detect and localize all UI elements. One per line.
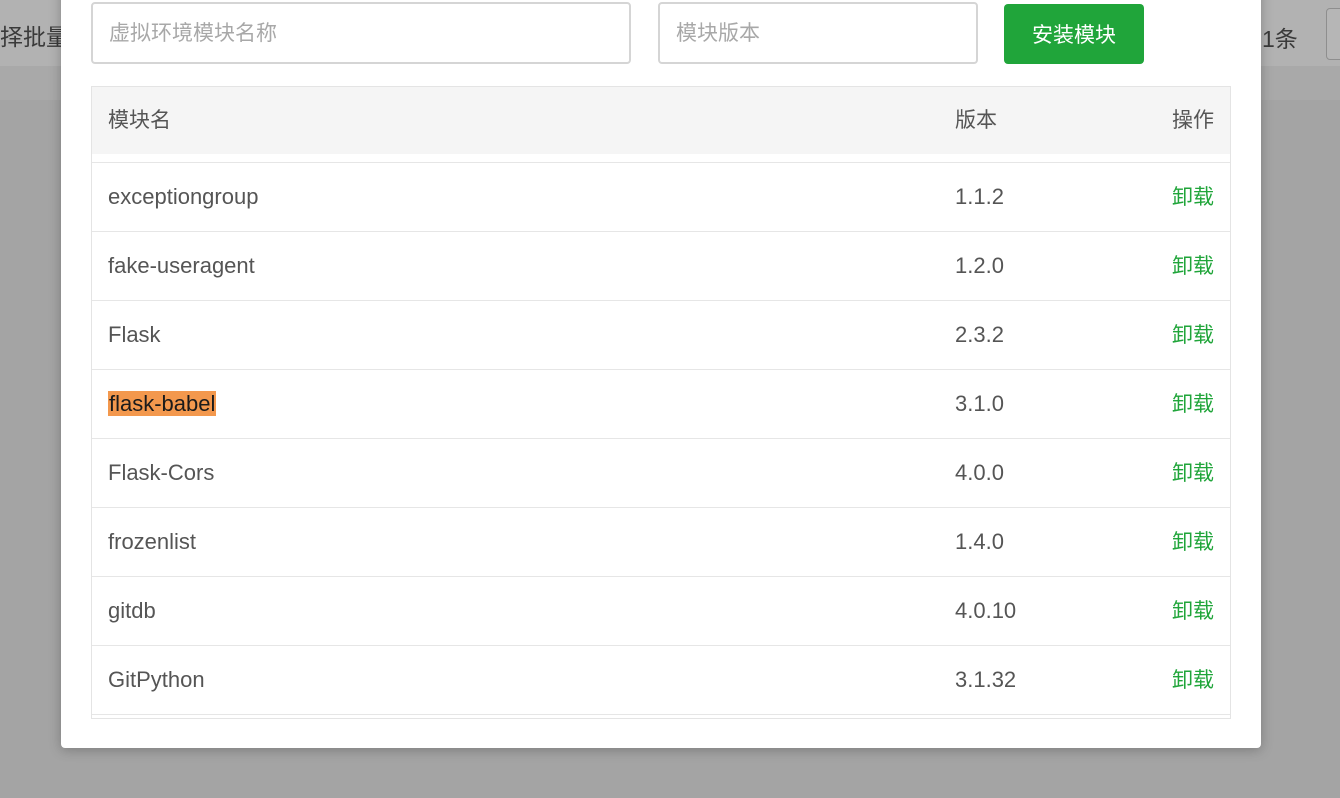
- module-name: Flask-Cors: [108, 460, 215, 485]
- module-version: 2.3.2: [955, 322, 1004, 347]
- background-count-label: 1条: [1262, 26, 1298, 52]
- module-name-cell: GitPython: [108, 646, 205, 714]
- module-name-cell: flask-babel: [108, 370, 217, 438]
- module-name: GitPython: [108, 667, 205, 692]
- module-name: exceptiongroup: [108, 184, 259, 209]
- module-name: gitdb: [108, 598, 156, 623]
- background-batch-label: 择批量: [0, 24, 69, 50]
- module-name-input[interactable]: [91, 2, 631, 64]
- table-row: fake-useragent 1.2.0 卸载: [92, 231, 1230, 300]
- module-version: 4.0.10: [955, 598, 1017, 623]
- module-name: Flask: [108, 322, 161, 347]
- module-version: 3.1.32: [955, 667, 1017, 692]
- module-name-highlighted: flask-babel: [108, 391, 217, 416]
- module-name-cell: gitdb: [108, 577, 156, 645]
- module-version: 1.1.2: [955, 184, 1004, 209]
- module-version: 1.2.0: [955, 253, 1004, 278]
- header-module-name: 模块名: [108, 108, 171, 132]
- table-row: Flask-Cors 4.0.0 卸载: [92, 438, 1230, 507]
- module-name-cell: Flask: [108, 301, 161, 369]
- module-name-cell: fake-useragent: [108, 232, 255, 300]
- uninstall-link[interactable]: 卸载: [1172, 163, 1214, 231]
- install-module-button[interactable]: 安装模块: [1004, 4, 1144, 64]
- background-page-size-select: [1326, 8, 1340, 60]
- table-row: [92, 714, 1230, 718]
- header-version: 版本: [955, 108, 997, 132]
- module-name-cell: frozenlist: [108, 508, 196, 576]
- uninstall-link[interactable]: 卸载: [1172, 439, 1214, 507]
- header-action: 操作: [1172, 108, 1214, 132]
- table-body: exceptiongroup 1.1.2 卸载 fake-useragent 1.2.0…: [92, 162, 1230, 718]
- table-header: 模块名 版本 操作: [92, 87, 1230, 154]
- uninstall-link[interactable]: 卸载: [1172, 301, 1214, 369]
- uninstall-link[interactable]: 卸载: [1172, 646, 1214, 714]
- module-manager-dialog: 安装模块 模块名 版本 操作 exceptiongroup1.1.2卸载fake…: [61, 0, 1261, 748]
- module-table: 模块名 版本 操作 exceptiongroup 1.1.2 卸载 fake-user…: [91, 86, 1231, 719]
- module-name-cell: Flask-Cors: [108, 439, 214, 507]
- uninstall-link[interactable]: 卸载: [1172, 577, 1214, 645]
- uninstall-link[interactable]: 卸载: [1172, 232, 1214, 300]
- table-row: exceptiongroup 1.1.2 卸载: [92, 162, 1230, 231]
- table-row: Flask 2.3.2 卸载: [92, 300, 1230, 369]
- module-version: 3.1.0: [955, 391, 1004, 416]
- module-name: fake-useragent: [108, 253, 255, 278]
- table-row: frozenlist 1.4.0 卸载: [92, 507, 1230, 576]
- table-row: flask-babel 3.1.0 卸载: [92, 369, 1230, 438]
- uninstall-link[interactable]: 卸载: [1172, 508, 1214, 576]
- table-row: gitdb 4.0.10 卸载: [92, 576, 1230, 645]
- module-version: 4.0.0: [955, 460, 1004, 485]
- module-name: frozenlist: [108, 529, 197, 554]
- table-row: GitPython 3.1.32 卸载: [92, 645, 1230, 714]
- module-version: 1.4.0: [955, 529, 1004, 554]
- module-version-input[interactable]: [658, 2, 978, 64]
- module-name-cell: exceptiongroup: [108, 163, 258, 231]
- uninstall-link[interactable]: 卸载: [1172, 370, 1214, 438]
